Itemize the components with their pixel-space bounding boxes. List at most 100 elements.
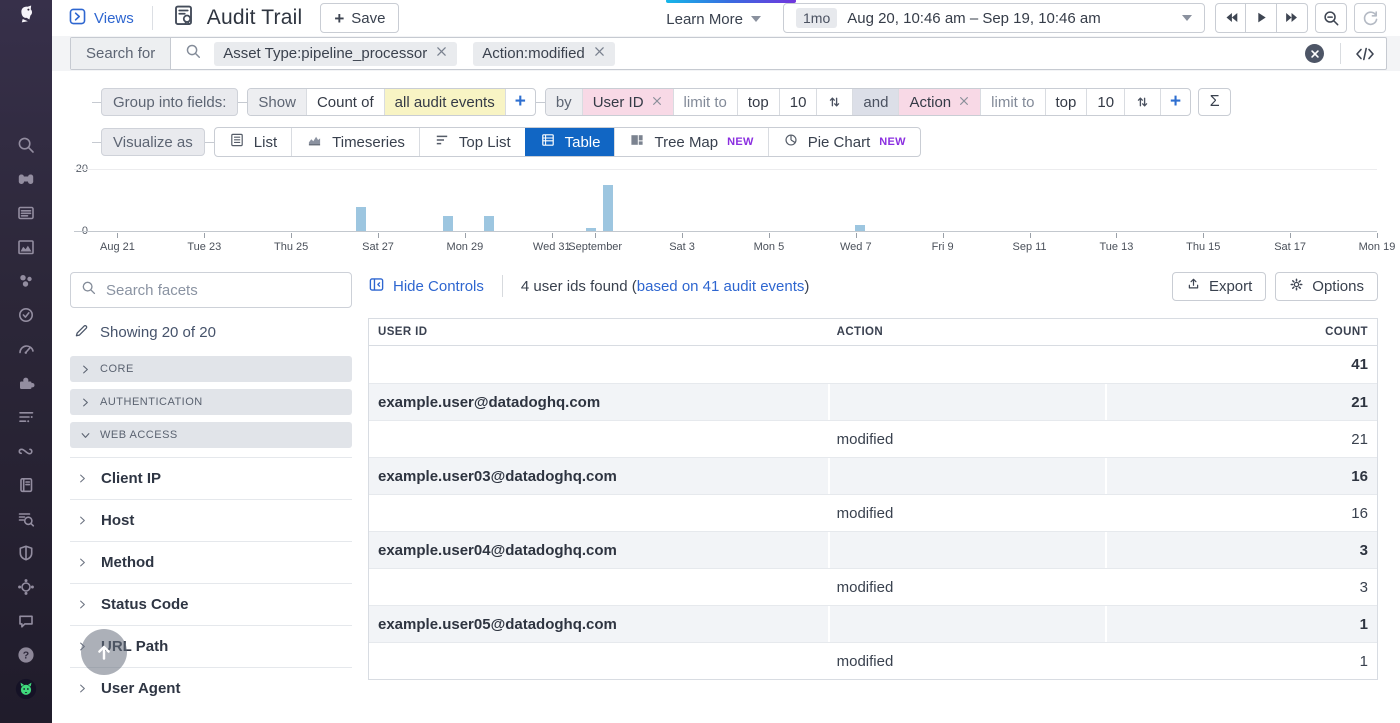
nav-service-trace-icon[interactable] (15, 440, 37, 461)
connector (238, 102, 247, 103)
learn-more-button[interactable]: Learn More (666, 9, 761, 28)
save-button[interactable]: + Save (320, 3, 399, 33)
tab-top-list[interactable]: Top List (419, 128, 525, 156)
table-row[interactable]: modified21 (369, 420, 1377, 457)
groupby-action[interactable]: Action (898, 89, 980, 115)
sort-order-button[interactable] (816, 89, 852, 115)
hide-controls-button[interactable]: Hide Controls (368, 276, 484, 297)
show-label: Show (248, 89, 306, 115)
table-row[interactable]: example.user05@datadoghq.com1 (369, 605, 1377, 642)
facet-group-core[interactable]: CORE (70, 356, 352, 382)
options-button[interactable]: Options (1275, 272, 1378, 301)
nav-monitors-icon[interactable] (15, 304, 37, 325)
nav-events-icon[interactable] (15, 202, 37, 223)
x-axis-tick (1377, 233, 1378, 238)
table-row[interactable]: 41 (369, 346, 1377, 383)
zoom-out-button[interactable] (1315, 3, 1347, 33)
nav-search-icon[interactable] (15, 134, 37, 155)
x-axis-tick (856, 233, 857, 238)
top-select[interactable]: top (1045, 89, 1087, 115)
filter-chip-action[interactable]: Action:modified (473, 42, 615, 66)
facet-showing-row[interactable]: Showing 20 of 20 (70, 322, 352, 343)
tab-pie-chart[interactable]: Pie Chart NEW (768, 128, 920, 156)
new-badge: NEW (727, 136, 754, 148)
nav-log-explorer-icon[interactable] (15, 508, 37, 529)
formula-sigma-button[interactable]: Σ (1198, 88, 1231, 116)
tab-table[interactable]: Table (525, 128, 615, 156)
groupby-label: Action (909, 94, 951, 111)
raw-query-code-icon[interactable] (1354, 44, 1376, 64)
remove-filter-icon[interactable] (435, 45, 448, 62)
column-header-user-id[interactable]: USER ID (369, 326, 828, 338)
table-row[interactable]: modified16 (369, 494, 1377, 531)
table-row[interactable]: modified1 (369, 642, 1377, 679)
nav-help-icon[interactable]: ? (15, 644, 37, 665)
aggregation-select[interactable]: Count of (306, 89, 384, 115)
facet-search-input[interactable] (106, 282, 341, 299)
chart-plot-area[interactable]: Aug 21Tue 23Thu 25Sat 27Mon 29Wed 31Sept… (74, 169, 1377, 232)
measure-select[interactable]: all audit events (384, 89, 505, 115)
facet-search-box[interactable] (70, 272, 352, 308)
add-measure-button[interactable]: + (505, 89, 535, 115)
facet-item-method[interactable]: Method (70, 541, 352, 583)
nav-metrics-icon[interactable] (15, 236, 37, 257)
datadog-logo-icon[interactable] (15, 3, 37, 24)
views-button[interactable]: Views (68, 7, 134, 30)
facet-item-status-code[interactable]: Status Code (70, 583, 352, 625)
scroll-to-top-button[interactable] (81, 629, 127, 675)
remove-groupby-icon[interactable] (958, 94, 970, 111)
nav-processes-icon[interactable] (15, 270, 37, 291)
tab-list[interactable]: List (215, 128, 291, 156)
nav-security-shield-icon[interactable] (15, 542, 37, 563)
tab-tree-map[interactable]: Tree Map NEW (614, 128, 767, 156)
results-divider (502, 275, 503, 297)
facet-item-client-ip[interactable]: Client IP (70, 457, 352, 499)
time-range-picker[interactable]: 1mo Aug 20, 10:46 am – Sep 19, 10:46 am (783, 3, 1205, 33)
facet-item-host[interactable]: Host (70, 499, 352, 541)
refresh-button[interactable] (1354, 3, 1386, 33)
nav-chat-icon[interactable] (15, 610, 37, 631)
query-builder-row: Group into fields: Show Count of all aud… (92, 88, 1231, 116)
chart-bar[interactable] (443, 216, 453, 231)
nav-notebook-icon[interactable] (15, 474, 37, 495)
play-button[interactable] (1246, 3, 1277, 33)
add-groupby-button[interactable]: + (1160, 89, 1190, 115)
facet-group-web-access[interactable]: WEB ACCESS (70, 422, 352, 448)
x-axis-tick-label: Sat 27 (340, 241, 416, 253)
chart-bar[interactable] (484, 216, 494, 231)
filter-chip-asset-type[interactable]: Asset Type:pipeline_processor (214, 42, 457, 66)
limit-value[interactable]: 10 (779, 89, 817, 115)
export-button[interactable]: Export (1172, 272, 1266, 301)
top-select[interactable]: top (737, 89, 779, 115)
chart-bar[interactable] (855, 225, 865, 231)
column-header-action[interactable]: ACTION (828, 326, 1105, 338)
skip-forward-button[interactable] (1277, 3, 1308, 33)
remove-filter-icon[interactable] (593, 45, 606, 62)
table-row[interactable]: example.user04@datadoghq.com3 (369, 531, 1377, 568)
limit-value[interactable]: 10 (1086, 89, 1124, 115)
clear-search-icon[interactable] (1305, 44, 1324, 63)
nav-watchdog-icon[interactable] (15, 168, 37, 189)
summary-link[interactable]: based on 41 audit events (637, 278, 805, 295)
nav-network-map-icon[interactable] (15, 576, 37, 597)
skip-back-button[interactable] (1215, 3, 1246, 33)
user-avatar[interactable] (15, 678, 37, 699)
remove-groupby-icon[interactable] (651, 94, 663, 111)
nav-apm-gauge-icon[interactable] (15, 338, 37, 359)
search-bar[interactable]: Search for Asset Type:pipeline_processor… (70, 37, 1387, 70)
column-header-count[interactable]: COUNT (1105, 326, 1377, 338)
nav-integrations-icon[interactable] (15, 372, 37, 393)
table-row[interactable]: modified3 (369, 568, 1377, 605)
facet-group-authentication[interactable]: AUTHENTICATION (70, 389, 352, 415)
groupby-user-id[interactable]: User ID (582, 89, 673, 115)
chart-bar[interactable] (356, 207, 366, 231)
table-row[interactable]: example.user@datadoghq.com21 (369, 383, 1377, 420)
nav-toplist-icon[interactable] (15, 406, 37, 427)
sort-order-button[interactable] (1124, 89, 1160, 115)
chart-bar[interactable] (603, 185, 613, 231)
table-icon (540, 132, 556, 152)
table-row[interactable]: example.user03@datadoghq.com16 (369, 457, 1377, 494)
chart-bar[interactable] (586, 228, 596, 231)
x-axis-tick-label: Thu 25 (253, 241, 329, 253)
tab-timeseries[interactable]: Timeseries (291, 128, 419, 156)
